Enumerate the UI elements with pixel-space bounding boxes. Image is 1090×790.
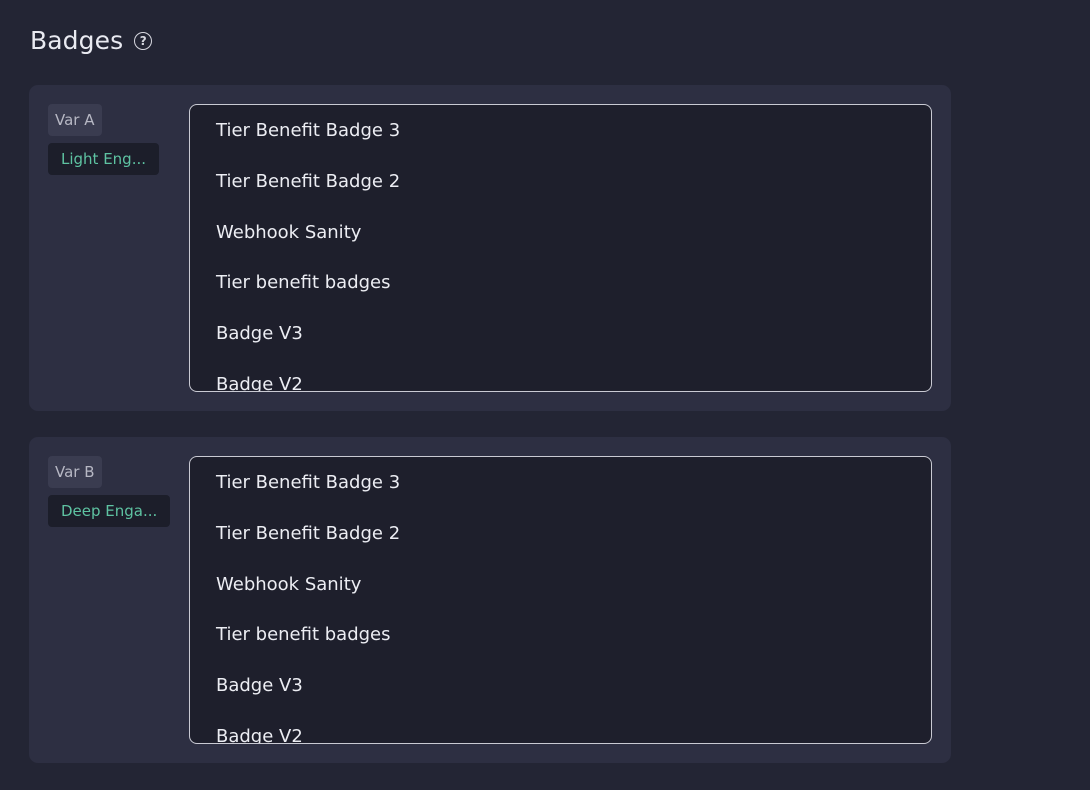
section-title: Badges xyxy=(30,25,124,55)
badge-option[interactable]: Tier Benefit Badge 2 xyxy=(190,509,931,560)
badge-options: Tier Benefit Badge 3 Tier Benefit Badge … xyxy=(190,458,931,743)
segment-chip[interactable]: Deep Enga... xyxy=(48,495,171,527)
badge-option[interactable]: Tier benefit badges xyxy=(190,258,931,309)
badge-option[interactable]: Badge V2 xyxy=(190,712,931,743)
variant-label: Var B xyxy=(48,456,102,488)
badges-page: Badges ? Var A Light Eng... Tier Benefit… xyxy=(0,0,1090,790)
variant-card-a: Var A Light Eng... Tier Benefit Badge 3 … xyxy=(29,85,951,411)
badge-option[interactable]: Webhook Sanity xyxy=(190,208,931,259)
question-circle-icon[interactable]: ? xyxy=(134,32,153,50)
variant-meta: Var A Light Eng... xyxy=(48,104,160,175)
badge-option[interactable]: Tier benefit badges xyxy=(190,610,931,661)
badge-option[interactable]: Webhook Sanity xyxy=(190,560,931,611)
variant-card-b: Var B Deep Enga... Tier Benefit Badge 3 … xyxy=(29,437,951,763)
badge-options: Tier Benefit Badge 3 Tier Benefit Badge … xyxy=(190,106,931,391)
badge-option[interactable]: Badge V2 xyxy=(190,360,931,391)
badge-option[interactable]: Tier Benefit Badge 2 xyxy=(190,157,931,208)
badge-option[interactable]: Badge V3 xyxy=(190,309,931,360)
segment-chip[interactable]: Light Eng... xyxy=(48,143,160,175)
badge-option[interactable]: Badge V3 xyxy=(190,661,931,712)
badge-option[interactable]: Tier Benefit Badge 3 xyxy=(190,458,931,509)
badge-multiselect[interactable]: Tier Benefit Badge 3 Tier Benefit Badge … xyxy=(189,456,932,744)
variant-label: Var A xyxy=(48,104,102,136)
variant-meta: Var B Deep Enga... xyxy=(48,456,171,527)
badge-multiselect[interactable]: Tier Benefit Badge 3 Tier Benefit Badge … xyxy=(189,104,932,392)
badge-option[interactable]: Tier Benefit Badge 3 xyxy=(190,106,931,157)
section-header: Badges ? xyxy=(30,22,153,58)
